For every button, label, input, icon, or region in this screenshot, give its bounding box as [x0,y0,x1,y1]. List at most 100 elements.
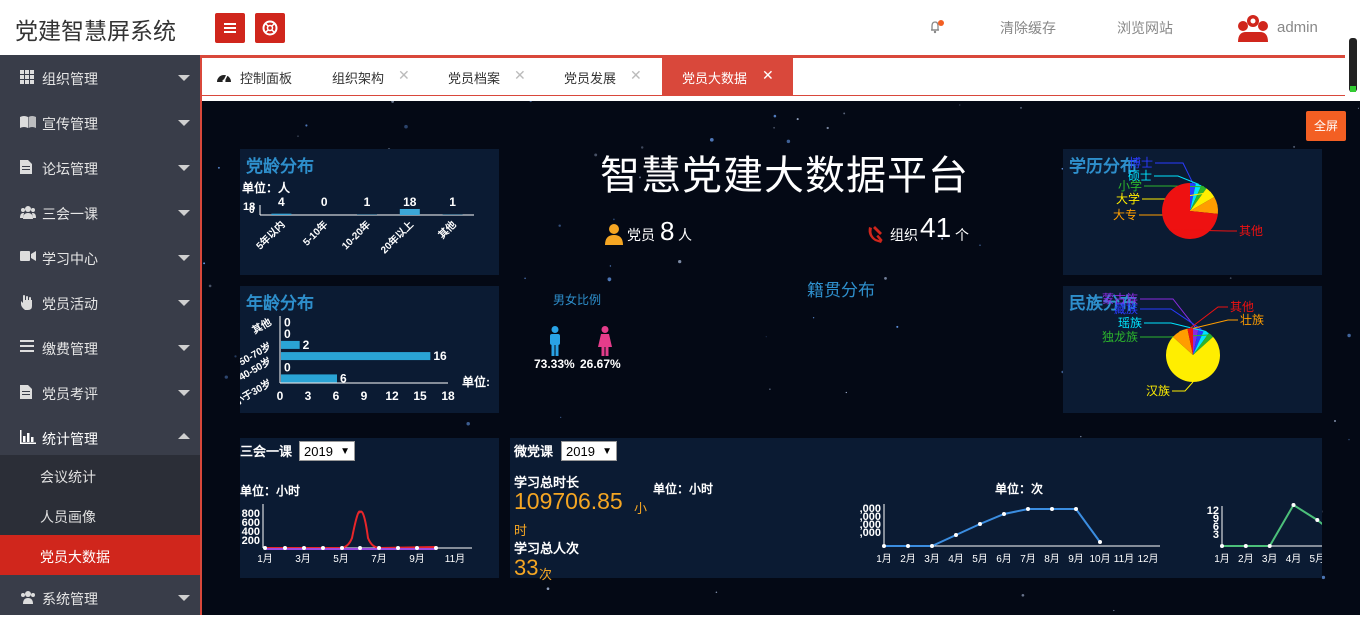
tab-org-structure[interactable]: 组织架构 ✕ [318,58,428,96]
data-point [321,546,325,550]
chevron-down-icon [178,390,190,396]
tab-member-files[interactable]: 党员档案 ✕ [434,58,544,96]
star [203,262,205,264]
clear-cache-link[interactable]: 清除缓存 [1000,18,1056,38]
star [613,218,615,220]
bar [281,341,300,349]
org-unit: 个 [955,225,969,245]
data-label: 6 [340,371,347,385]
male-icon [549,326,561,356]
x-tick-label: 7月 [371,553,387,565]
data-point [358,546,362,550]
sidebar-subitem-meeting-stats[interactable]: 会议统计 [0,455,200,495]
sidebar-item-statistics[interactable]: 统计管理 [0,415,200,460]
slice-label: 其他 [1239,224,1263,238]
browse-site-link[interactable]: 浏览网站 [1117,18,1173,38]
book-icon [20,115,36,129]
star [1347,334,1350,337]
close-icon[interactable]: ✕ [630,67,642,84]
party-age-panel: 党龄分布 单位：人 18 0 45年以内05-10年110-20年1820年以上… [240,149,499,275]
party-emblem-icon [865,224,885,244]
star [391,101,394,103]
x-tick-label: 1月 [257,553,273,565]
bigdata-screen: 全屏 智慧党建大数据平台 党员 8 人 组织 41 个 籍贯分布 男女比例 73… [202,101,1360,615]
tab-label: 组织架构 [332,68,384,87]
star [1334,420,1336,422]
sidebar-item-label: 党员考评 [42,384,98,404]
user-name[interactable]: admin [1277,19,1318,36]
star [678,260,681,263]
leader-line [1144,186,1204,187]
tab-label: 控制面板 [240,68,292,87]
data-point [906,544,910,548]
users-icon [20,205,36,219]
sidebar-item-label: 统计管理 [42,429,98,449]
tick-label: 其他 [435,218,458,241]
bar [400,209,420,215]
close-icon[interactable]: ✕ [514,67,526,84]
chevron-down-icon [178,345,190,351]
sidebar-item-org[interactable]: 组织管理 [0,55,200,100]
data-point [954,533,958,537]
star [843,112,845,114]
chevron-down-icon [178,165,190,171]
fullscreen-button[interactable]: 全屏 [1306,111,1346,141]
data-point [340,546,344,550]
leader-line [1172,382,1193,391]
sidebar-item-evaluation[interactable]: 党员考评 [0,370,200,415]
sidebar-item-fees[interactable]: 缴费管理 [0,325,200,370]
sidebar-item-publicity[interactable]: 宣传管理 [0,100,200,145]
data-point [1268,544,1272,548]
slice-label: 独龙族 [1102,330,1138,344]
star [209,285,212,288]
chevron-up-icon [178,433,190,439]
star [1322,576,1325,579]
page-scrollbar[interactable] [1349,38,1357,92]
menu-toggle-button[interactable] [215,13,245,43]
sidebar-item-label: 系统管理 [42,589,98,609]
sidebar-subitem-profile[interactable]: 人员画像 [0,495,200,535]
star [594,153,597,156]
star [218,167,220,169]
sidebar-item-system[interactable]: 系统管理 [0,575,200,620]
star [404,125,408,129]
sidebar-item-label: 组织管理 [42,69,98,89]
file-icon [20,160,32,174]
sidebar-item-forum[interactable]: 论坛管理 [0,145,200,190]
party-people-icon[interactable] [1236,12,1270,44]
x-tick-label: 9月 [409,553,425,565]
sidebar-subitem-bigdata[interactable]: 党员大数据 [0,535,200,575]
star [797,118,799,120]
star [1020,107,1022,109]
x-tick-label: 5月 [333,553,349,565]
chevron-down-icon [178,595,190,601]
data-point [882,544,886,548]
x-tick-label: 5月 [1310,553,1322,565]
tick-label: 20年以上 [378,218,416,256]
star [827,127,829,129]
tab-dashboard[interactable]: 控制面板 [202,58,318,96]
x-tick-label: 6 [333,389,340,403]
x-tick-label: 9月 [1068,553,1084,565]
x-tick-label: 2月 [900,553,916,565]
help-button[interactable] [255,13,285,43]
female-icon [598,326,612,356]
close-icon[interactable]: ✕ [762,67,774,84]
star [1230,277,1232,279]
x-tick-label: 3 [305,389,312,403]
star [959,104,960,105]
bell-icon[interactable] [928,19,944,35]
sidebar-item-learning[interactable]: 学习中心 [0,235,200,280]
tab-bar: 控制面板 组织架构 ✕ 党员档案 ✕ 党员发展 ✕ 党员大数据 ✕ [202,58,1345,96]
ethnic-panel: 民族分布 蒙古族藏族瑶族独龙族汉族壮族其他 [1063,286,1322,413]
tab-member-development[interactable]: 党员发展 ✕ [550,58,660,96]
data-label: 1 [449,195,456,209]
close-icon[interactable]: ✕ [398,67,410,84]
sidebar-item-meetings[interactable]: 三会一课 [0,190,200,235]
tab-member-bigdata[interactable]: 党员大数据 ✕ [662,58,793,96]
y-tick-label: 3 [1213,529,1219,541]
tab-label: 党员大数据 [682,68,747,87]
data-point [396,546,400,550]
data-point [1074,507,1078,511]
sidebar-item-activities[interactable]: 党员活动 [0,280,200,325]
